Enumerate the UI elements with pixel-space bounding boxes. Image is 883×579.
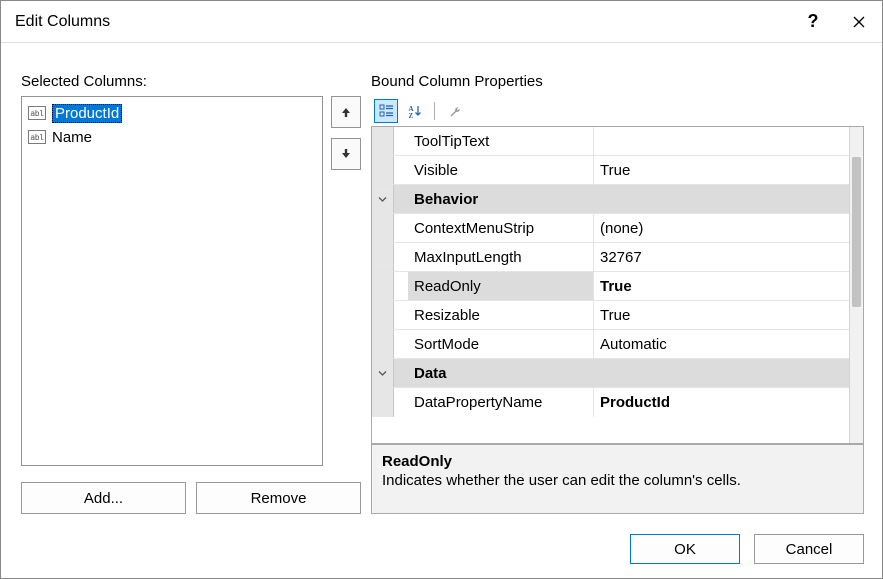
svg-text:Z: Z — [408, 112, 413, 119]
alphabetical-button[interactable]: A Z — [402, 99, 426, 123]
move-buttons — [331, 96, 361, 466]
grid-row[interactable]: ToolTipText — [372, 127, 849, 156]
prop-value[interactable] — [594, 127, 849, 155]
chevron-down-icon — [378, 369, 387, 378]
dialog-buttons: OK Cancel — [1, 522, 882, 578]
prop-value[interactable]: True — [594, 156, 849, 184]
description-panel: ReadOnly Indicates whether the user can … — [371, 444, 864, 514]
arrow-up-icon — [340, 106, 352, 118]
grid-row[interactable]: ContextMenuStrip (none) — [372, 214, 849, 243]
description-title: ReadOnly — [382, 453, 853, 470]
alphabetical-icon: A Z — [407, 104, 422, 119]
textcolumn-icon: abl — [28, 106, 46, 120]
columns-row: abl ProductId abl Name — [21, 96, 361, 466]
category-name: Data — [408, 359, 594, 387]
left-buttons: Add... Remove — [21, 482, 361, 514]
arrow-down-icon — [340, 148, 352, 160]
grid-row[interactable]: MaxInputLength 32767 — [372, 243, 849, 272]
properties-container: A Z — [371, 96, 864, 514]
toolbar-separator — [434, 102, 435, 120]
edit-columns-dialog: Edit Columns ? Selected Columns: abl Pro… — [0, 0, 883, 579]
list-item-label: ProductId — [52, 104, 122, 123]
selected-columns-list[interactable]: abl ProductId abl Name — [21, 96, 323, 466]
prop-value[interactable]: True — [594, 301, 849, 329]
property-pages-button[interactable] — [443, 99, 467, 123]
prop-value[interactable]: (none) — [594, 214, 849, 242]
property-grid[interactable]: ToolTipText Visible True — [371, 126, 864, 444]
prop-value[interactable]: Automatic — [594, 330, 849, 358]
properties-panel: Bound Column Properties — [371, 73, 864, 514]
help-button[interactable]: ? — [790, 1, 836, 43]
prop-name: Resizable — [408, 301, 594, 329]
grid-row[interactable]: SortMode Automatic — [372, 330, 849, 359]
category-name: Behavior — [408, 185, 594, 213]
grid-scrollbar[interactable] — [849, 127, 863, 443]
grid-category[interactable]: Behavior — [372, 185, 849, 214]
dialog-body: Selected Columns: abl ProductId abl Name — [1, 43, 882, 522]
grid-row[interactable]: Resizable True — [372, 301, 849, 330]
dialog-title: Edit Columns — [1, 13, 790, 31]
grid-body: ToolTipText Visible True — [372, 127, 849, 443]
selected-columns-label: Selected Columns: — [21, 73, 361, 90]
prop-name: DataPropertyName — [408, 388, 594, 417]
move-down-button[interactable] — [331, 138, 361, 170]
list-item-label: Name — [52, 129, 92, 146]
grid-category[interactable]: Data — [372, 359, 849, 388]
properties-label: Bound Column Properties — [371, 73, 864, 90]
prop-value[interactable]: ProductId — [594, 388, 849, 417]
prop-value[interactable]: True — [594, 272, 849, 300]
prop-name: ReadOnly — [408, 272, 594, 300]
grid-row[interactable]: DataPropertyName ProductId — [372, 388, 849, 417]
prop-name: SortMode — [408, 330, 594, 358]
categorized-button[interactable] — [374, 99, 398, 123]
textcolumn-icon: abl — [28, 130, 46, 144]
expander-icon[interactable] — [372, 359, 394, 387]
prop-name: ContextMenuStrip — [408, 214, 594, 242]
ok-button[interactable]: OK — [630, 534, 740, 564]
prop-value[interactable]: 32767 — [594, 243, 849, 271]
categorized-icon — [379, 104, 394, 119]
scrollbar-thumb[interactable] — [852, 157, 861, 307]
wrench-icon — [448, 104, 463, 119]
properties-toolbar: A Z — [371, 96, 864, 126]
selected-columns-panel: Selected Columns: abl ProductId abl Name — [21, 73, 361, 514]
remove-button[interactable]: Remove — [196, 482, 361, 514]
row-gutter — [372, 127, 394, 155]
expander-icon[interactable] — [372, 185, 394, 213]
list-item[interactable]: abl Name — [26, 125, 318, 149]
cancel-button[interactable]: Cancel — [754, 534, 864, 564]
chevron-down-icon — [378, 195, 387, 204]
prop-name: ToolTipText — [408, 127, 594, 155]
close-icon — [853, 16, 865, 28]
list-item[interactable]: abl ProductId — [26, 101, 318, 125]
grid-row[interactable]: Visible True — [372, 156, 849, 185]
close-button[interactable] — [836, 1, 882, 43]
prop-name: Visible — [408, 156, 594, 184]
prop-name: MaxInputLength — [408, 243, 594, 271]
titlebar: Edit Columns ? — [1, 1, 882, 43]
description-body: Indicates whether the user can edit the … — [382, 472, 853, 489]
add-button[interactable]: Add... — [21, 482, 186, 514]
move-up-button[interactable] — [331, 96, 361, 128]
grid-row[interactable]: ReadOnly True — [372, 272, 849, 301]
